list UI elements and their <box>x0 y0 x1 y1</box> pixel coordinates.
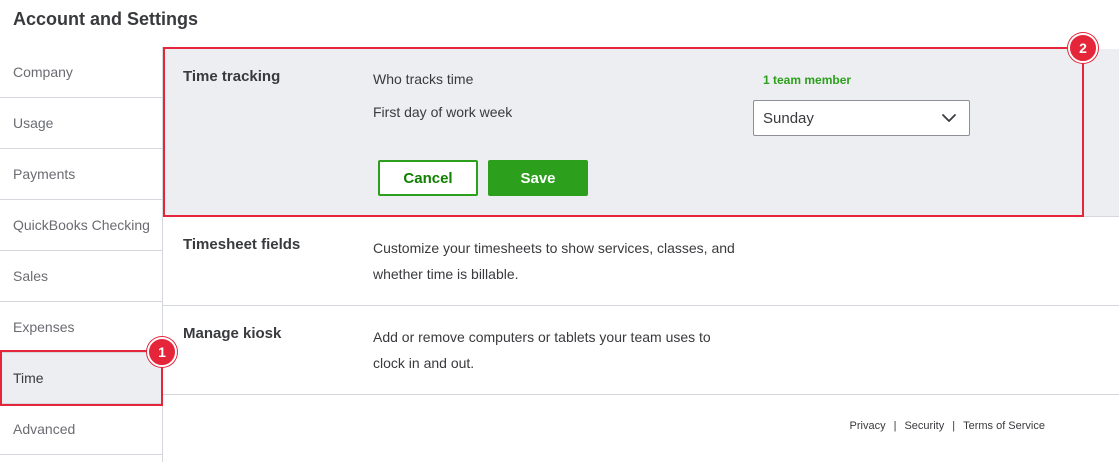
timesheet-fields-description: Customize your timesheets to show servic… <box>373 240 735 282</box>
team-member-count-link[interactable]: 1 team member <box>763 73 851 87</box>
manage-kiosk-description: Add or remove computers or tablets your … <box>373 329 711 371</box>
terms-of-service-link[interactable]: Terms of Service <box>963 420 1045 432</box>
first-day-of-week-select[interactable]: Sunday <box>753 100 970 136</box>
manage-kiosk-title: Manage kiosk <box>183 325 282 342</box>
settings-sidebar: Company Usage Payments QuickBooks Checki… <box>0 47 163 462</box>
chevron-down-icon <box>942 114 956 122</box>
callout-badge-1: 1 <box>147 337 177 367</box>
footer-separator: | <box>893 420 897 432</box>
sidebar-item-sales[interactable]: Sales <box>0 251 162 302</box>
who-tracks-time-label: Who tracks time <box>373 71 474 87</box>
footer-separator: | <box>952 420 956 432</box>
privacy-link[interactable]: Privacy <box>850 420 886 432</box>
sidebar-item-advanced[interactable]: Advanced <box>0 404 162 455</box>
sidebar-item-quickbooks-checking[interactable]: QuickBooks Checking <box>0 200 162 251</box>
cancel-button[interactable]: Cancel <box>378 160 478 196</box>
security-link[interactable]: Security <box>904 420 944 432</box>
page-title: Account and Settings <box>13 9 199 29</box>
timesheet-fields-section[interactable]: Timesheet fields Customize your timeshee… <box>163 217 1119 306</box>
sidebar-item-payments[interactable]: Payments <box>0 149 162 200</box>
sidebar-item-time[interactable]: Time <box>0 353 162 404</box>
first-day-of-week-label: First day of work week <box>373 104 513 120</box>
sidebar-item-usage[interactable]: Usage <box>0 98 162 149</box>
callout-badge-2: 2 <box>1068 33 1098 63</box>
sidebar-item-expenses[interactable]: Expenses <box>0 302 162 353</box>
first-day-of-week-value: Sunday <box>763 109 814 127</box>
save-button[interactable]: Save <box>488 160 588 196</box>
manage-kiosk-section[interactable]: Manage kiosk Add or remove computers or … <box>163 306 1119 395</box>
timesheet-fields-title: Timesheet fields <box>183 236 301 253</box>
time-tracking-title: Time tracking <box>183 68 281 85</box>
time-tracking-section: Time tracking Who tracks time 1 team mem… <box>163 49 1119 217</box>
sidebar-item-company[interactable]: Company <box>0 47 162 98</box>
footer-links: Privacy | Security | Terms of Service <box>850 420 1045 432</box>
